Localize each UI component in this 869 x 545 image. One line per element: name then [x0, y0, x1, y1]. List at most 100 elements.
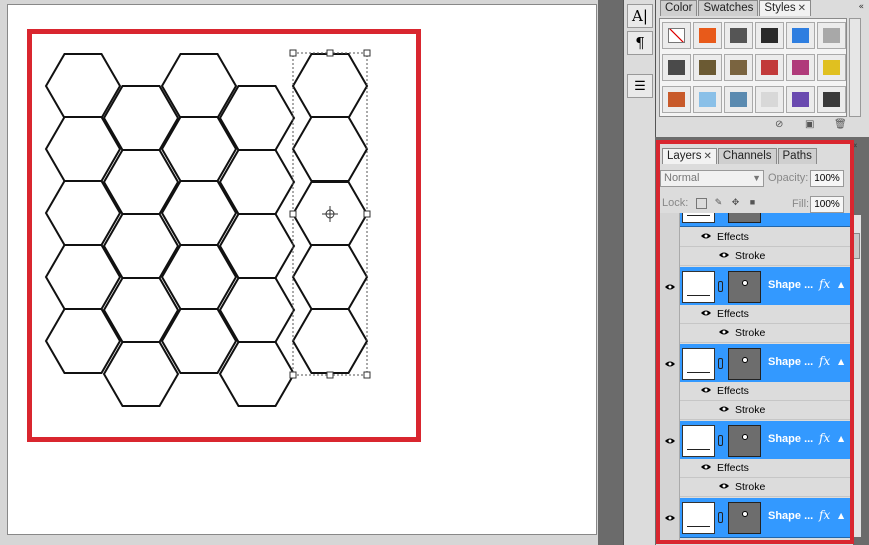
tab-channels[interactable]: Channels: [717, 148, 777, 164]
effects-row[interactable]: Effects: [680, 305, 850, 324]
effects-label: Effects: [717, 308, 749, 320]
expand-arrow-icon[interactable]: ▲: [838, 280, 844, 289]
eye-icon[interactable]: [700, 463, 712, 471]
eye-icon[interactable]: [664, 514, 676, 522]
close-tab-icon[interactable]: ✕: [704, 151, 712, 162]
delete-style-icon[interactable]: 🗑: [834, 119, 847, 130]
style-swatch[interactable]: [755, 22, 784, 49]
panel-dock-strip: A| ¶ ☰: [623, 0, 655, 545]
layer-row[interactable]: Shape ... fx ▲: [680, 498, 850, 538]
style-swatch[interactable]: [693, 54, 722, 81]
lock-all-icon[interactable]: ■: [747, 198, 758, 209]
eye-icon[interactable]: [700, 386, 712, 394]
layer-row[interactable]: [680, 213, 850, 227]
stroke-label: Stroke: [735, 250, 766, 262]
eye-icon[interactable]: [664, 360, 676, 368]
tab-paths[interactable]: Paths: [777, 148, 817, 164]
lock-transparent-icon[interactable]: [696, 198, 707, 209]
style-swatch[interactable]: [786, 22, 815, 49]
style-swatch[interactable]: [662, 54, 691, 81]
style-swatch[interactable]: [693, 86, 722, 113]
canvas-highlight-box: [27, 29, 421, 442]
collapse-icon[interactable]: «: [852, 141, 858, 151]
eye-icon[interactable]: [718, 482, 730, 490]
swatch-color: [730, 60, 747, 75]
effects-label: Effects: [717, 462, 749, 474]
canvas-area[interactable]: [0, 0, 598, 545]
layer-row[interactable]: Shape ... fx ▲: [680, 267, 850, 307]
paragraph-icon[interactable]: ¶: [627, 31, 653, 55]
tab-color[interactable]: Color: [660, 0, 698, 16]
effects-row[interactable]: Effects: [680, 459, 850, 478]
layers-list[interactable]: Effects Stroke Shape ... fx ▲ Effects St…: [660, 213, 850, 540]
collapse-icon[interactable]: «: [858, 2, 864, 12]
style-swatch[interactable]: [755, 86, 784, 113]
swatch-color: [761, 92, 778, 107]
tab-swatches[interactable]: Swatches: [698, 0, 759, 16]
fx-icon[interactable]: fx: [819, 508, 830, 522]
tab-label: Color: [665, 2, 693, 14]
close-tab-icon[interactable]: ✕: [798, 3, 806, 14]
eye-icon[interactable]: [664, 437, 676, 445]
fx-icon[interactable]: fx: [819, 431, 830, 445]
style-swatch[interactable]: [817, 54, 846, 81]
expand-arrow-icon[interactable]: ▲: [838, 511, 844, 520]
layers-scrollbar[interactable]: [851, 215, 861, 537]
fx-icon[interactable]: fx: [819, 277, 830, 291]
swatch-color: [823, 92, 840, 107]
expand-arrow-icon[interactable]: ▲: [838, 434, 844, 443]
layer-comps-icon[interactable]: ☰: [627, 74, 653, 98]
tab-label: Swatches: [703, 2, 754, 14]
style-swatch[interactable]: [662, 86, 691, 113]
style-swatch[interactable]: [817, 22, 846, 49]
eye-icon[interactable]: [718, 328, 730, 336]
clear-style-icon[interactable]: ⊘: [775, 119, 783, 130]
effects-row[interactable]: Effects: [680, 382, 850, 401]
styles-scrollbar[interactable]: [849, 18, 861, 117]
opacity-field[interactable]: 100%: [810, 170, 844, 187]
link-icon: [718, 281, 723, 292]
swatch-color: [730, 28, 747, 43]
style-swatch[interactable]: [755, 54, 784, 81]
eye-icon[interactable]: [664, 283, 676, 291]
vector-mask-thumbnail: [728, 213, 761, 223]
vector-mask-thumbnail: [728, 271, 761, 303]
lock-brush-icon[interactable]: ✎: [713, 198, 724, 209]
stroke-row[interactable]: Stroke: [680, 324, 850, 343]
workspace-gap: [598, 0, 623, 545]
style-swatch[interactable]: [693, 22, 722, 49]
blend-mode-select[interactable]: Normal ▼: [660, 170, 764, 187]
style-swatch[interactable]: [724, 22, 753, 49]
style-swatch[interactable]: [817, 86, 846, 113]
style-swatch[interactable]: [786, 54, 815, 81]
styles-panel: Color Swatches Styles ✕ « ⊘ ▣ 🗑: [655, 0, 869, 137]
stroke-row[interactable]: Stroke: [680, 478, 850, 497]
stroke-row[interactable]: Stroke: [680, 247, 850, 266]
scroll-thumb[interactable]: [853, 233, 860, 259]
layer-row[interactable]: Shape ... fx ▲: [680, 344, 850, 384]
layer-row[interactable]: Shape ... fx ▲: [680, 421, 850, 461]
style-swatch[interactable]: [786, 86, 815, 113]
lock-move-icon[interactable]: ✥: [730, 198, 741, 209]
layer-name: Shape ...: [768, 433, 814, 445]
swatch-color: [792, 92, 809, 107]
eye-icon[interactable]: [718, 405, 730, 413]
fx-icon[interactable]: fx: [819, 354, 830, 368]
style-swatch[interactable]: [724, 54, 753, 81]
eye-icon[interactable]: [718, 251, 730, 259]
expand-arrow-icon[interactable]: ▲: [838, 357, 844, 366]
effects-row[interactable]: Effects: [680, 228, 850, 247]
eye-icon[interactable]: [700, 309, 712, 317]
fill-field[interactable]: 100%: [810, 196, 844, 213]
tab-styles[interactable]: Styles ✕: [759, 0, 812, 16]
new-style-icon[interactable]: ▣: [805, 119, 814, 130]
link-icon: [718, 512, 723, 523]
style-swatch[interactable]: [662, 22, 691, 49]
stroke-label: Stroke: [735, 327, 766, 339]
eye-icon[interactable]: [700, 232, 712, 240]
character-icon[interactable]: A|: [627, 4, 653, 28]
blend-mode-value: Normal: [664, 172, 700, 184]
style-swatch[interactable]: [724, 86, 753, 113]
stroke-row[interactable]: Stroke: [680, 401, 850, 420]
tab-layers[interactable]: Layers ✕: [662, 148, 717, 164]
